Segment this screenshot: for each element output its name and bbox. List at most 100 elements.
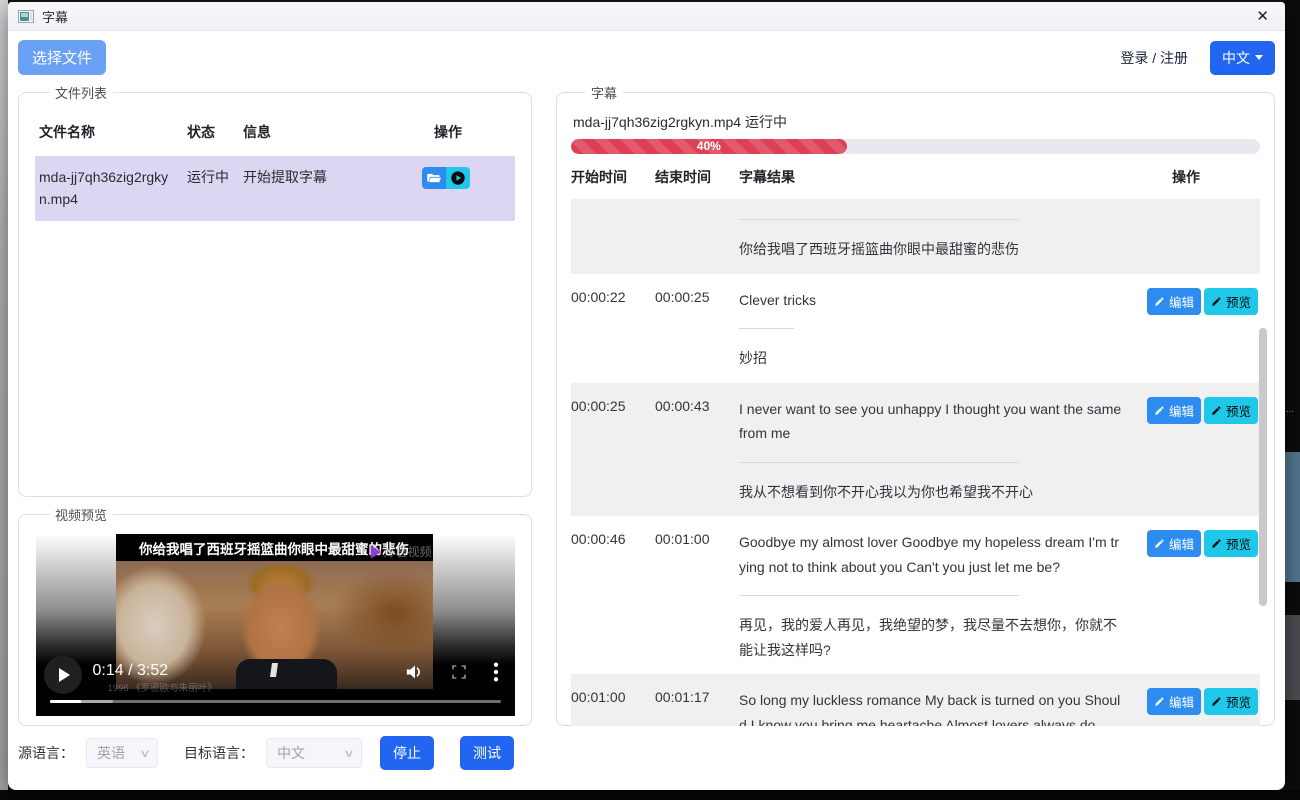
video-subtitle-text: 你给我唱了西班牙摇篮曲你眼中最甜蜜的悲伤 — [139, 538, 409, 558]
file-status: 运行中 — [187, 167, 243, 187]
desktop-right-strip: … — [1284, 0, 1300, 800]
pencil-icon — [1211, 296, 1222, 307]
language-dropdown-button[interactable]: 中文 — [1210, 41, 1275, 75]
play-video-button[interactable] — [446, 167, 470, 189]
row-divider — [739, 328, 794, 329]
time-display: 0:14 / 3:52 — [93, 662, 169, 680]
player-controls: 0:14 / 3:52 1996 《罗密欧与朱丽叶》 — [36, 646, 515, 716]
subtitle-row: 00:00:25 00:00:43 I never want to see yo… — [571, 383, 1260, 517]
fullscreen-icon[interactable] — [451, 664, 467, 680]
watermark-logo-icon — [371, 546, 381, 558]
row-divider — [739, 595, 1019, 596]
pencil-icon — [1154, 405, 1165, 416]
english-text: I never want to see you unhappy I though… — [739, 401, 1121, 442]
desktop-decoration — [1284, 615, 1300, 700]
app-icon — [18, 10, 34, 23]
main-area: 选择文件 登录 / 注册 中文 文件列表 文件名称 状态 信息 操作 — [8, 31, 1285, 790]
file-row-actions — [398, 167, 511, 189]
target-language-select[interactable]: 中文 ∨ — [266, 738, 362, 768]
preview-button[interactable]: 预览 — [1204, 688, 1258, 715]
pencil-icon — [1211, 405, 1222, 416]
subtitle-row: 你给我唱了西班牙摇篮曲你眼中最甜蜜的悲伤 — [571, 199, 1260, 274]
file-list-panel: 文件列表 文件名称 状态 信息 操作 mda-jj7qh36zig2rgkyn.… — [18, 83, 532, 497]
test-button[interactable]: 测试 — [460, 736, 514, 770]
right-column: 字幕 mda-jj7qh36zig2rgkyn.mp4 运行中 40% 开始时间… — [556, 83, 1275, 726]
caption-watermark: 1996 《罗密欧与朱丽叶》 — [108, 680, 217, 694]
subtitles-legend: 字幕 — [585, 83, 623, 102]
played-bar — [50, 700, 82, 704]
scrollbar-thumb[interactable] — [1259, 328, 1267, 606]
open-folder-button[interactable] — [422, 167, 446, 189]
chevron-down-icon: ∨ — [343, 747, 354, 760]
login-register-link[interactable]: 登录 / 注册 — [1120, 48, 1188, 68]
file-table-row[interactable]: mda-jj7qh36zig2rgkyn.mp4 运行中 开始提取字幕 — [35, 156, 515, 221]
subtitle-row: 00:00:46 00:01:00 Goodbye my almost love… — [571, 516, 1260, 674]
chevron-down-icon — [1255, 55, 1263, 60]
edit-button[interactable]: 编辑 — [1147, 530, 1201, 557]
seek-bar[interactable] — [50, 700, 501, 704]
edit-button[interactable]: 编辑 — [1147, 688, 1201, 715]
progress-fill: 40% — [571, 139, 847, 154]
chinese-text: 再见，我的爱人再见，我绝望的梦，我尽量不去想你，你就不能让我这样吗? — [739, 617, 1117, 658]
file-name: mda-jj7qh36zig2rgkyn.mp4 — [39, 167, 187, 210]
play-circle-icon — [450, 170, 466, 186]
desktop-decoration — [1284, 452, 1300, 582]
close-icon[interactable]: ✕ — [1250, 9, 1275, 24]
window-title: 字幕 — [42, 7, 68, 26]
file-table-header: 文件名称 状态 信息 操作 — [35, 110, 515, 156]
pencil-icon — [1154, 296, 1165, 307]
col-status: 状态 — [187, 122, 243, 142]
video-player[interactable]: 你给我唱了西班牙摇篮曲你眼中最甜蜜的悲伤 好看视频 — [36, 534, 515, 716]
desktop-bottom-strip — [0, 790, 1300, 800]
more-options-icon[interactable] — [493, 662, 499, 682]
english-text: So long my luckless romance My back is t… — [739, 692, 1120, 726]
col-ops: 操作 — [398, 122, 511, 142]
video-preview-legend: 视频预览 — [49, 505, 113, 524]
preview-button[interactable]: 预览 — [1204, 397, 1258, 424]
stop-button[interactable]: 停止 — [380, 736, 434, 770]
player-right-controls — [405, 662, 515, 682]
video-preview-panel: 视频预览 你给我唱了西班牙摇篮曲你眼中最甜蜜的悲伤 好看视频 — [18, 505, 532, 726]
language-dropdown-label: 中文 — [1222, 48, 1250, 68]
select-file-button[interactable]: 选择文件 — [18, 40, 106, 75]
progress-bar: 40% — [571, 139, 1260, 154]
subtitle-row: 00:01:00 00:01:17 So long my luckless ro… — [571, 674, 1260, 726]
subtitle-rows-scroll-area[interactable]: 你给我唱了西班牙摇篮曲你眼中最甜蜜的悲伤 00:00:22 00:00:25 C… — [571, 199, 1260, 726]
row-divider — [739, 219, 1019, 220]
folder-icon — [427, 172, 441, 184]
volume-icon[interactable] — [405, 663, 425, 681]
end-time: 00:00:25 — [655, 288, 739, 371]
end-time: 00:01:17 — [655, 688, 739, 726]
chinese-text: 你给我唱了西班牙摇篮曲你眼中最甜蜜的悲伤 — [739, 241, 1019, 257]
play-icon — [59, 668, 70, 682]
source-language-select[interactable]: 英语 ∨ — [86, 738, 158, 768]
desktop-left-strip — [0, 0, 8, 790]
edit-button[interactable]: 编辑 — [1147, 397, 1201, 424]
col-info: 信息 — [243, 122, 398, 142]
target-language-value: 中文 — [277, 743, 305, 763]
progress-label: 40% — [571, 139, 847, 154]
pencil-icon — [1154, 538, 1165, 549]
source-language-value: 英语 — [97, 743, 125, 763]
english-text: Goodbye my almost lover Goodbye my hopel… — [739, 534, 1119, 575]
subtitle-row: 00:00:22 00:00:25 Clever tricks 妙招 编辑 预览 — [571, 274, 1260, 383]
edit-button[interactable]: 编辑 — [1147, 288, 1201, 315]
end-time: 00:00:43 — [655, 397, 739, 505]
toolbar: 选择文件 登录 / 注册 中文 — [18, 40, 1275, 75]
subtitle-table-header: 开始时间 结束时间 字幕结果 操作 — [571, 154, 1260, 199]
col-result: 字幕结果 — [739, 167, 1132, 187]
preview-button[interactable]: 预览 — [1204, 288, 1258, 315]
english-text: Clever tricks — [739, 292, 816, 308]
chevron-down-icon: ∨ — [139, 747, 150, 760]
preview-button[interactable]: 预览 — [1204, 530, 1258, 557]
start-time: 00:00:22 — [571, 288, 655, 371]
end-time: 00:01:00 — [655, 530, 739, 662]
start-time: 00:00:46 — [571, 530, 655, 662]
source-language-label: 源语言： — [18, 743, 74, 763]
col-file-name: 文件名称 — [39, 122, 187, 142]
row-divider — [739, 462, 1019, 463]
chinese-text: 我从不想看到你不开心我以为你也希望我不开心 — [739, 484, 1033, 500]
target-language-label: 目标语言： — [184, 743, 254, 763]
play-button[interactable] — [44, 656, 82, 694]
chinese-text: 妙招 — [739, 350, 767, 366]
